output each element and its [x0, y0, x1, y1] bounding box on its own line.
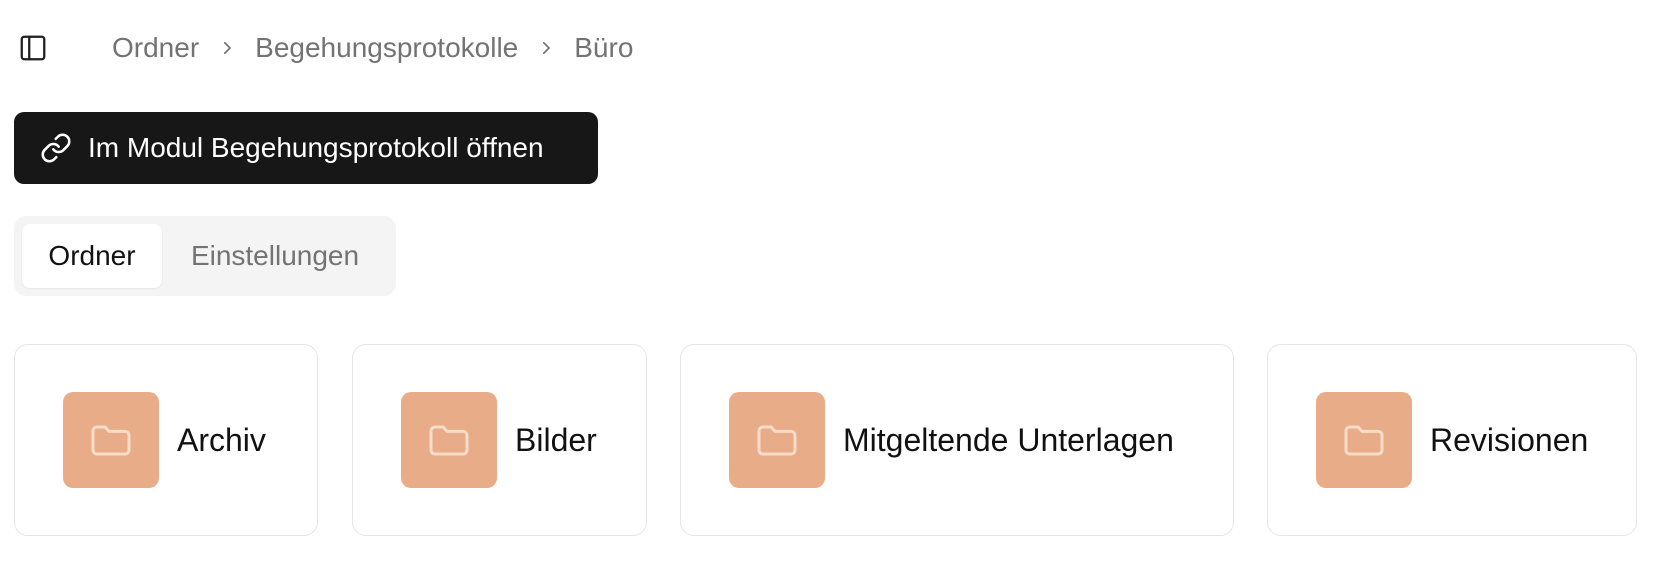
tab-list: Ordner Einstellungen [14, 216, 396, 296]
sidebar-toggle-button[interactable] [16, 31, 50, 65]
page: Ordner Begehungsprotokolle Büro Im Modul… [0, 0, 1656, 562]
link-icon [38, 130, 74, 166]
tab-einstellungen[interactable]: Einstellungen [162, 224, 388, 288]
sidebar-panel-icon [20, 35, 46, 61]
folder-icon [729, 392, 825, 488]
folder-card-archiv[interactable]: Archiv [14, 344, 318, 536]
breadcrumb-item-ordner[interactable]: Ordner [112, 32, 199, 64]
folder-card-mitgeltende-unterlagen[interactable]: Mitgeltende Unterlagen [680, 344, 1234, 536]
folder-label: Revisionen [1430, 421, 1589, 458]
folder-label: Archiv [177, 421, 266, 458]
folder-card-bilder[interactable]: Bilder [352, 344, 647, 536]
folder-icon [401, 392, 497, 488]
chevron-right-icon [518, 39, 574, 57]
top-bar: Ordner Begehungsprotokolle Büro [0, 0, 1656, 96]
folder-label: Bilder [515, 421, 597, 458]
folder-icon [1316, 392, 1412, 488]
folder-label: Mitgeltende Unterlagen [843, 421, 1174, 458]
chevron-right-icon [199, 39, 255, 57]
breadcrumb: Ordner Begehungsprotokolle Büro [112, 30, 633, 66]
tab-ordner[interactable]: Ordner [22, 224, 162, 288]
open-in-module-button[interactable]: Im Modul Begehungsprotokoll öffnen [14, 112, 598, 184]
breadcrumb-item-begehungsprotokolle[interactable]: Begehungsprotokolle [255, 32, 518, 64]
open-in-module-label: Im Modul Begehungsprotokoll öffnen [88, 132, 544, 163]
folder-icon [63, 392, 159, 488]
folder-card-revisionen[interactable]: Revisionen [1267, 344, 1637, 536]
breadcrumb-item-buero: Büro [574, 32, 634, 63]
